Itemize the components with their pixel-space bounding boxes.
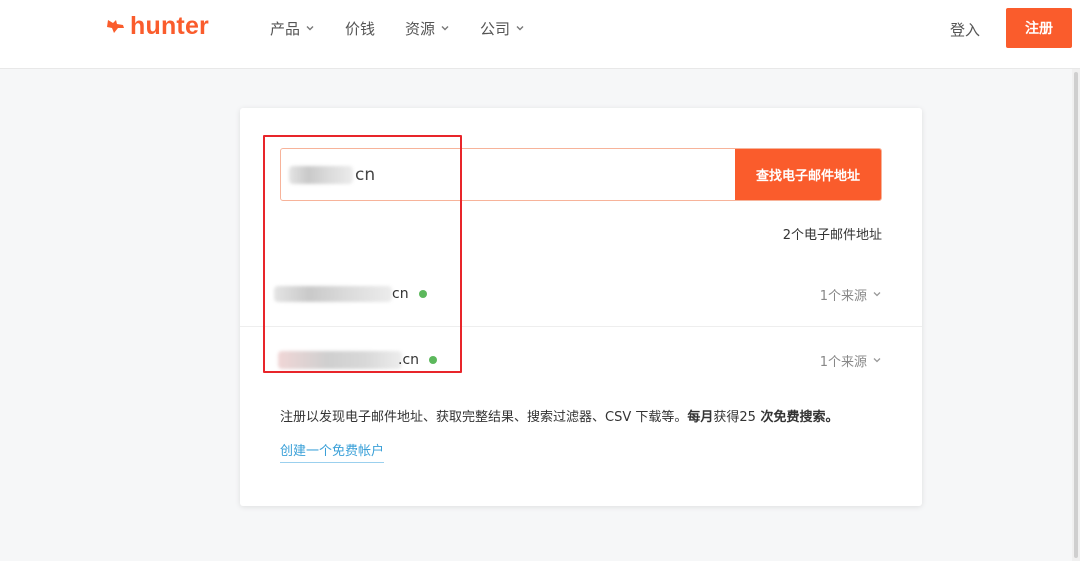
chevron-down-icon	[441, 26, 449, 31]
chevron-down-icon	[306, 26, 314, 31]
main-menu: 产品 价钱 资源 公司	[270, 17, 555, 39]
nav-item-label: 价钱	[345, 19, 376, 38]
chevron-down-icon	[873, 358, 881, 363]
verified-status-dot	[418, 290, 427, 298]
redacted-domain-blur	[289, 166, 353, 184]
promo-text-bold: 每月	[687, 410, 714, 425]
sources-toggle[interactable]: 1个来源	[820, 261, 882, 327]
login-link[interactable]: 登入	[950, 19, 980, 40]
chevron-down-icon	[873, 292, 881, 297]
chevron-down-icon	[516, 26, 524, 31]
promo-text-part: 获得25	[713, 410, 756, 425]
sources-label: 1个来源	[819, 354, 867, 370]
nav-item-label: 产品	[270, 19, 301, 38]
promo-text-part: 注册以发现电子邮件地址、获取完整结果、搜索过滤器、CSV 下载等。	[280, 410, 688, 425]
domain-input-wrapper	[281, 149, 735, 200]
nav-item-resources[interactable]: 资源	[405, 17, 450, 39]
signup-promo-text: 注册以发现电子邮件地址、获取完整结果、搜索过滤器、CSV 下载等。每月获得25 …	[280, 406, 838, 425]
email-address: cn	[274, 261, 427, 327]
find-emails-button[interactable]: 查找电子邮件地址	[735, 149, 881, 200]
domain-search-bar: 查找电子邮件地址	[280, 148, 882, 201]
sources-toggle[interactable]: 1个来源	[820, 327, 882, 393]
verified-status-dot	[429, 356, 438, 364]
email-result-row[interactable]: .cn 1个来源	[240, 327, 922, 393]
fox-logo-icon	[107, 20, 124, 33]
hunter-logo[interactable]: hunter	[106, 10, 209, 42]
nav-item-label: 资源	[405, 19, 436, 38]
email-result-row[interactable]: cn 1个来源	[240, 261, 922, 327]
nav-item-company[interactable]: 公司	[480, 17, 525, 39]
create-free-account-link[interactable]: 创建一个免费帐户	[280, 440, 385, 463]
domain-search-card: 查找电子邮件地址 2个电子邮件地址 cn 1个来源 .cn 1个来源 注册以发现…	[240, 108, 922, 506]
email-domain-suffix: cn	[392, 286, 409, 302]
email-domain-suffix: .cn	[398, 352, 420, 368]
top-navbar: hunter 产品 价钱 资源 公司 登入 注册	[0, 0, 1080, 69]
email-address: .cn	[274, 327, 438, 393]
nav-item-label: 公司	[480, 19, 511, 38]
page-scrollbar-thumb[interactable]	[1074, 72, 1078, 558]
result-count: 2个电子邮件地址	[782, 228, 882, 243]
nav-item-pricing[interactable]: 价钱	[345, 17, 375, 39]
sources-label: 1个来源	[819, 288, 867, 304]
redacted-email-blur	[278, 351, 402, 369]
signup-button[interactable]: 注册	[1006, 8, 1072, 48]
promo-text-bold: 次免费搜索。	[755, 410, 839, 425]
nav-item-products[interactable]: 产品	[270, 17, 315, 39]
redacted-email-blur	[274, 286, 392, 302]
brand-name: hunter	[130, 11, 209, 40]
